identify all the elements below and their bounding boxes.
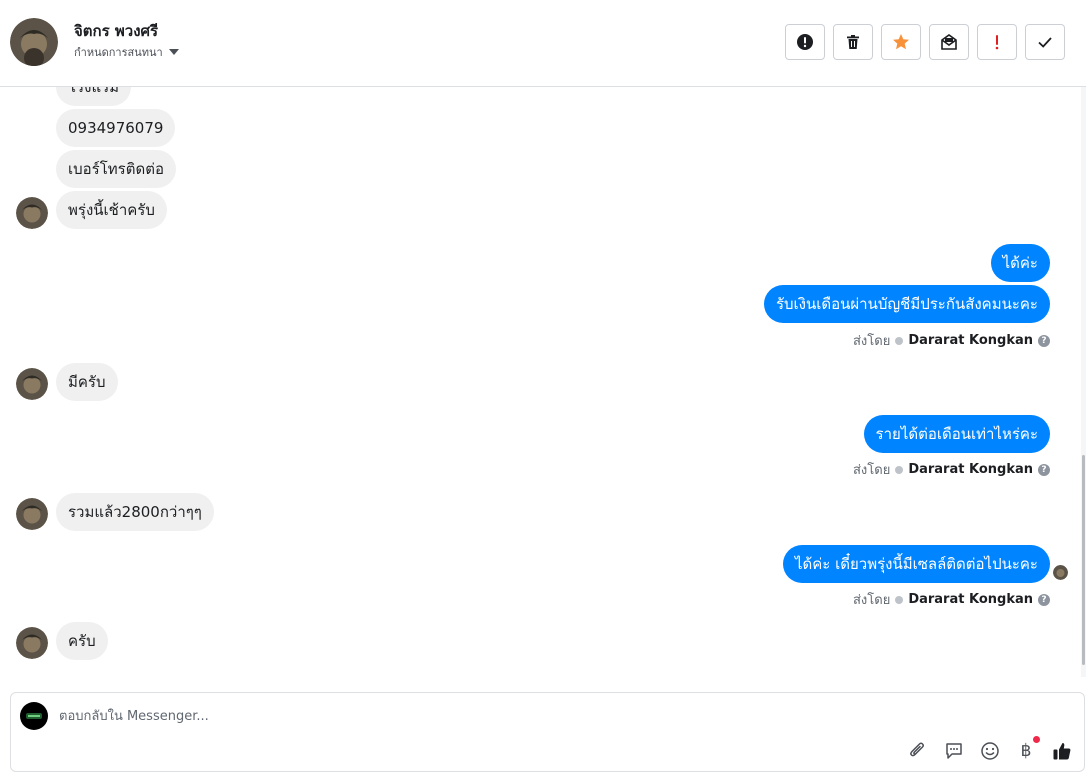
scrollbar-thumb[interactable] — [1082, 455, 1085, 665]
agent-dot-icon — [895, 336, 904, 345]
agent-name[interactable]: Dararat Kongkan — [908, 333, 1033, 348]
emoji-icon — [981, 742, 999, 760]
outgoing-message: ได้ค่ะ — [990, 244, 1050, 282]
outgoing-message: รายได้ต่อเดือนเท่าไหร่คะ — [863, 415, 1050, 453]
composer-tools: ฿ — [907, 736, 1073, 762]
sent-by-prefix: ส่งโดย — [852, 593, 891, 608]
seen-avatar — [1053, 565, 1068, 580]
attach-button[interactable] — [907, 740, 929, 762]
incoming-message: รวมแล้ว2800กว่าๆๆ — [56, 493, 214, 531]
incoming-message: พรุ่งนี้เช้าครับ — [56, 191, 167, 229]
contact-avatar-small — [16, 197, 48, 229]
sent-by-prefix: ส่งโดย — [852, 463, 891, 478]
payment-button[interactable]: ฿ — [1015, 736, 1040, 762]
conversation-thread: โรงแรม 0934976079 เบอร์โทรติดต่อ พรุ่งนี… — [0, 87, 1086, 677]
sent-by-label: ส่งโดย Dararat Kongkan ? — [853, 459, 1050, 480]
exclamation-icon — [995, 35, 999, 50]
check-icon — [1038, 37, 1052, 48]
sent-by-label: ส่งโดย Dararat Kongkan ? — [853, 589, 1050, 610]
star-icon — [893, 34, 909, 50]
follow-up-button[interactable] — [881, 24, 921, 60]
agent-dot-icon — [895, 595, 904, 604]
reply-composer: ฿ — [10, 692, 1085, 772]
contact-avatar-small — [16, 498, 48, 530]
incoming-message: ครับ — [56, 622, 108, 660]
reply-input[interactable] — [59, 705, 859, 727]
outgoing-message: ได้ค่ะ เดี๋ยวพรุ่งนี้มีเซลล์ติดต่อไปนะคะ — [782, 545, 1050, 583]
help-icon[interactable]: ? — [1038, 334, 1050, 347]
page-avatar — [20, 702, 48, 730]
help-icon[interactable]: ? — [1038, 463, 1050, 476]
agent-dot-icon — [895, 465, 904, 474]
incoming-message: โรงแรม — [56, 87, 132, 106]
incoming-message: มีครับ — [56, 363, 118, 401]
like-icon — [1053, 743, 1071, 760]
header-actions — [785, 24, 1065, 60]
contact-avatar-small — [16, 368, 48, 400]
payment-icon: ฿ — [1020, 741, 1032, 761]
contact-avatar[interactable] — [10, 18, 58, 66]
contact-name[interactable]: จิตกร พวงศรี — [74, 19, 158, 43]
page-logo-icon — [26, 713, 42, 719]
help-icon[interactable]: ? — [1038, 593, 1050, 606]
trash-icon — [847, 35, 859, 49]
assign-label: กำหนดการสนทนา — [74, 46, 163, 59]
assign-conversation-dropdown[interactable]: กำหนดการสนทนา — [74, 43, 179, 61]
done-button[interactable] — [1025, 24, 1065, 60]
sent-by-label: ส่งโดย Dararat Kongkan ? — [853, 330, 1050, 351]
emoji-button[interactable] — [979, 740, 1001, 762]
sent-by-prefix: ส่งโดย — [852, 334, 891, 349]
mark-unread-button[interactable] — [929, 24, 969, 60]
saved-reply-icon — [946, 743, 962, 759]
agent-name[interactable]: Dararat Kongkan — [908, 592, 1033, 607]
outgoing-message: รับเงินเดือนผ่านบัญชีมีประกันสังคมนะคะ — [763, 285, 1050, 323]
delete-button[interactable] — [833, 24, 873, 60]
conversation-header: จิตกร พวงศรี กำหนดการสนทนา — [0, 0, 1086, 87]
incoming-message: เบอร์โทรติดต่อ — [56, 150, 176, 188]
paperclip-icon — [910, 742, 924, 757]
like-button[interactable] — [1051, 740, 1073, 762]
notification-badge — [1033, 736, 1040, 743]
agent-name[interactable]: Dararat Kongkan — [908, 462, 1033, 477]
priority-button[interactable] — [977, 24, 1017, 60]
caret-down-icon — [168, 49, 179, 55]
contact-avatar-small — [16, 627, 48, 659]
spam-button[interactable] — [785, 24, 825, 60]
incoming-message: 0934976079 — [56, 109, 176, 147]
saved-reply-button[interactable] — [943, 740, 965, 762]
exclamation-circle-icon — [797, 34, 813, 50]
envelope-icon — [941, 34, 957, 50]
